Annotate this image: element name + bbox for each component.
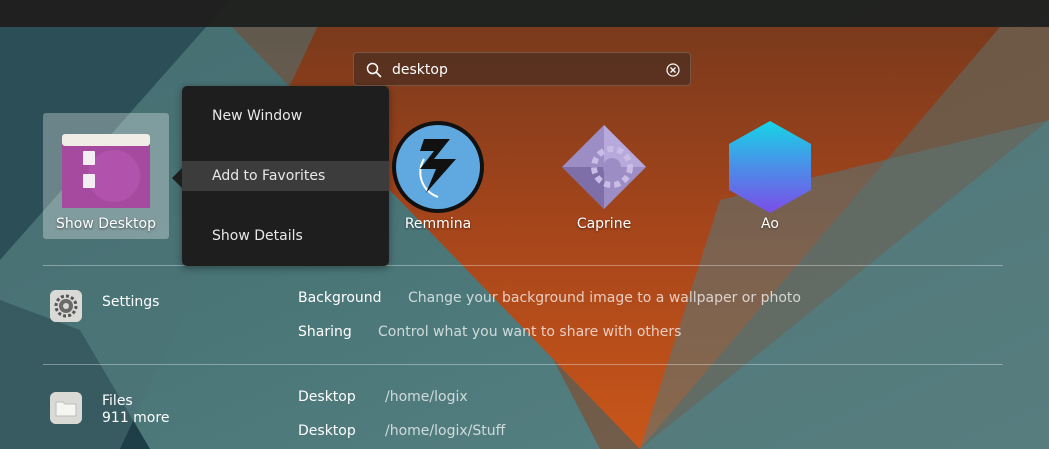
result-desktop-path[interactable]: /home/logix/Stuff xyxy=(385,423,505,439)
app-label: Ao xyxy=(761,216,779,232)
result-background-title[interactable]: Background xyxy=(298,290,382,306)
settings-gear-icon[interactable] xyxy=(50,290,82,322)
result-sharing-title[interactable]: Sharing xyxy=(298,324,352,340)
search-box[interactable] xyxy=(353,52,691,86)
show-desktop-icon xyxy=(62,134,150,208)
menu-pointer xyxy=(172,168,182,188)
menu-item-add-to-favorites[interactable]: Add to Favorites xyxy=(182,161,389,191)
app-label: Caprine xyxy=(576,216,632,232)
result-sharing-description[interactable]: Control what you want to share with othe… xyxy=(378,324,681,340)
app-caprine[interactable]: Caprine xyxy=(541,113,667,239)
divider xyxy=(43,364,1003,365)
search-icon xyxy=(366,62,382,78)
app-remmina[interactable]: Remmina xyxy=(375,113,501,239)
app-label: Show Desktop xyxy=(56,216,156,232)
menu-item-new-window[interactable]: New Window xyxy=(182,101,389,131)
app-label: Remmina xyxy=(404,216,472,232)
app-show-desktop[interactable]: Show Desktop xyxy=(43,113,169,239)
remmina-icon xyxy=(392,121,484,213)
result-desktop-path[interactable]: /home/logix xyxy=(385,389,468,405)
provider-settings-name[interactable]: Settings xyxy=(102,294,159,310)
ao-icon xyxy=(729,121,811,213)
provider-files-name[interactable]: Files xyxy=(102,393,133,409)
provider-files-more[interactable]: 911 more xyxy=(102,410,169,426)
caprine-icon xyxy=(562,125,646,209)
app-ao[interactable]: Ao xyxy=(707,113,833,239)
search-input[interactable] xyxy=(392,59,652,81)
result-background-description[interactable]: Change your background image to a wallpa… xyxy=(408,290,801,306)
top-bar xyxy=(0,0,1049,27)
app-context-menu: New Window Add to Favorites Show Details xyxy=(172,86,389,266)
result-desktop-title[interactable]: Desktop xyxy=(298,389,356,405)
result-desktop-title[interactable]: Desktop xyxy=(298,423,356,439)
menu-item-show-details[interactable]: Show Details xyxy=(182,221,389,251)
folder-icon[interactable] xyxy=(50,392,82,424)
clear-search-icon[interactable] xyxy=(666,63,680,77)
